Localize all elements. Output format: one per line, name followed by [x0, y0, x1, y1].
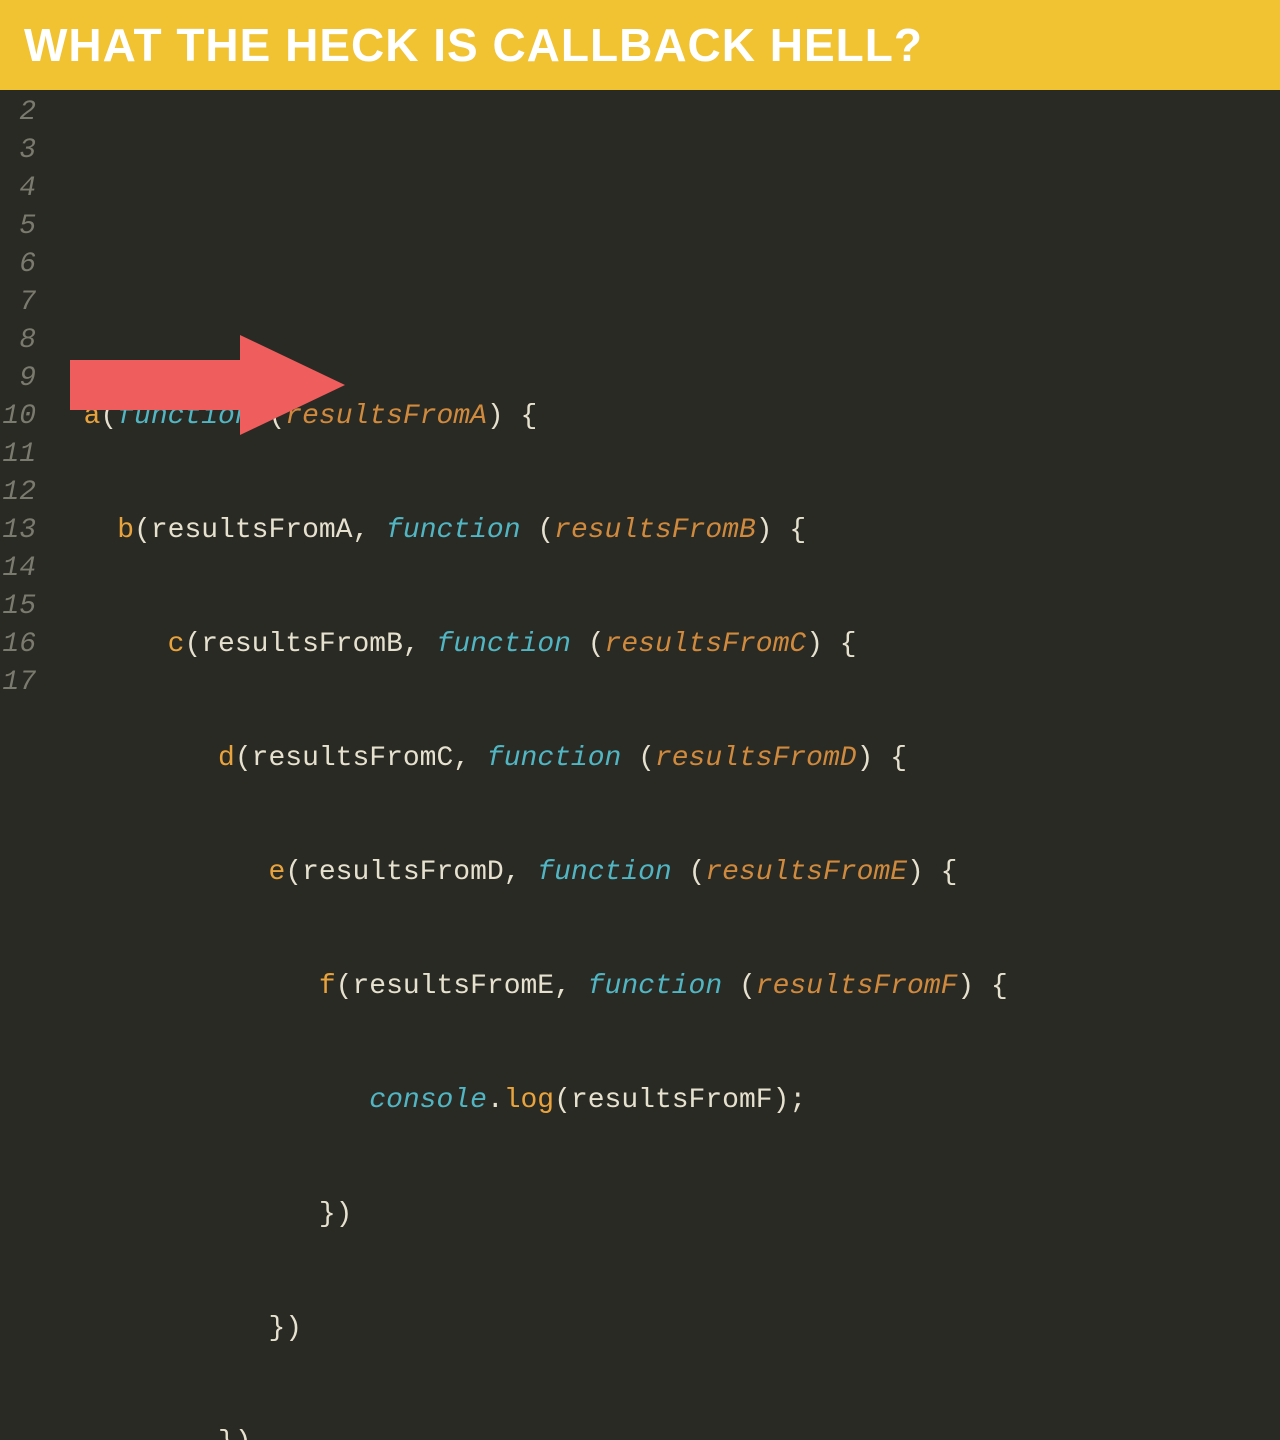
- code-line-2: [50, 170, 1280, 208]
- line-number: 17: [0, 664, 36, 702]
- line-number: 15: [0, 588, 36, 626]
- code-line-6: c(resultsFromB, function (resultsFromC) …: [50, 626, 1280, 664]
- line-number: 6: [0, 246, 36, 284]
- code-line-9: f(resultsFromE, function (resultsFromF) …: [50, 968, 1280, 1006]
- line-number: 14: [0, 550, 36, 588]
- line-number: 2: [0, 94, 36, 132]
- line-number: 12: [0, 474, 36, 512]
- line-number: 7: [0, 284, 36, 322]
- page-title: WHAT THE HECK IS CALLBACK HELL?: [24, 19, 923, 71]
- code-line-5: b(resultsFromA, function (resultsFromB) …: [50, 512, 1280, 550]
- code-area: a(function (resultsFromA) { b(resultsFro…: [50, 94, 1280, 1440]
- arrow-right-icon: [70, 330, 350, 440]
- line-number: 8: [0, 322, 36, 360]
- line-gutter: 2 3 4 5 6 7 8 9 10 11 12 13 14 15 16 17: [0, 94, 50, 1440]
- code-line-10: console.log(resultsFromF);: [50, 1082, 1280, 1120]
- line-number: 5: [0, 208, 36, 246]
- code-line-12: }): [50, 1310, 1280, 1348]
- line-number: 9: [0, 360, 36, 398]
- code-line-13: }): [50, 1424, 1280, 1440]
- line-number: 11: [0, 436, 36, 474]
- code-line-11: }): [50, 1196, 1280, 1234]
- code-line-8: e(resultsFromD, function (resultsFromE) …: [50, 854, 1280, 892]
- line-number: 13: [0, 512, 36, 550]
- title-bar: WHAT THE HECK IS CALLBACK HELL?: [0, 0, 1280, 90]
- line-number: 3: [0, 132, 36, 170]
- code-line-3: [50, 284, 1280, 322]
- code-editor: 2 3 4 5 6 7 8 9 10 11 12 13 14 15 16 17 …: [0, 90, 1280, 1440]
- line-number: 16: [0, 626, 36, 664]
- code-line-7: d(resultsFromC, function (resultsFromD) …: [50, 740, 1280, 778]
- line-number: 10: [0, 398, 36, 436]
- line-number: 4: [0, 170, 36, 208]
